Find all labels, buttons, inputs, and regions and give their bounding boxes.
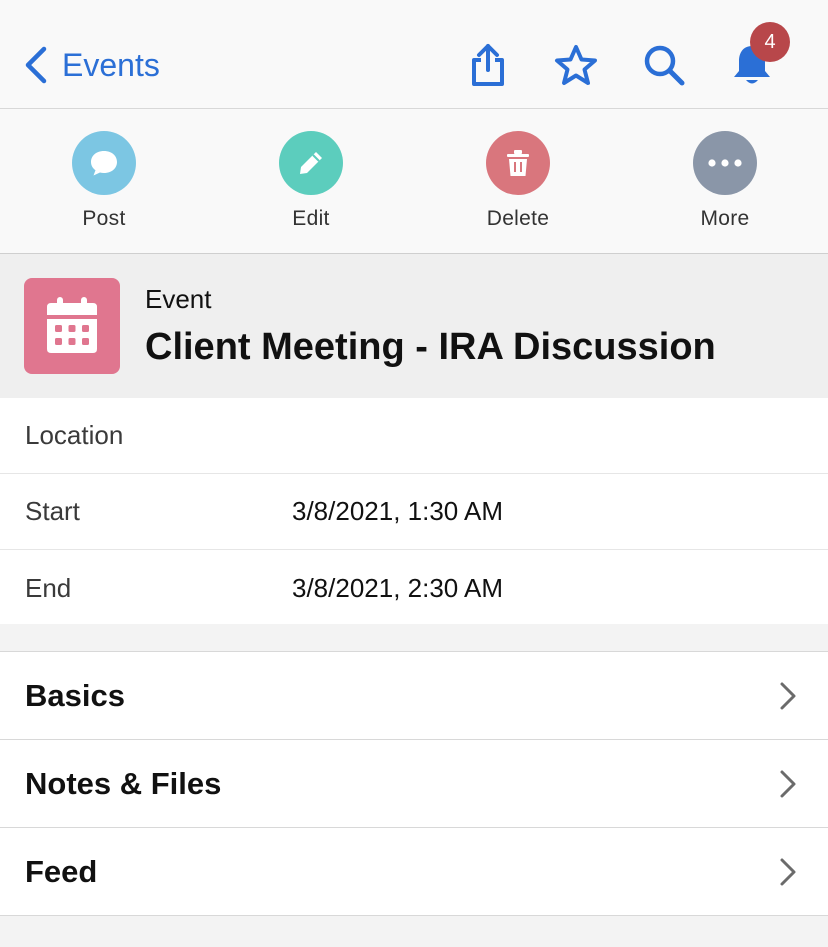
more-action-button[interactable]: More [655, 131, 795, 231]
section-notes-files[interactable]: Notes & Files [0, 740, 828, 828]
chevron-right-icon [780, 858, 796, 886]
section-title: Notes & Files [25, 765, 222, 801]
record-details: Location Start 3/8/2021, 1:30 AM End 3/8… [0, 398, 828, 624]
object-type-label: Event [145, 284, 212, 314]
post-action-button[interactable]: Post [34, 131, 174, 231]
section-basics[interactable]: Basics [0, 652, 828, 740]
notification-count-badge: 4 [750, 22, 790, 62]
star-icon [555, 45, 597, 85]
edit-action-circle [279, 131, 343, 195]
detail-row-end: End 3/8/2021, 2:30 AM [0, 550, 828, 626]
trash-icon [507, 150, 529, 176]
pencil-icon [300, 152, 322, 174]
field-value: 3/8/2021, 1:30 AM [292, 496, 504, 526]
record-title: Client Meeting - IRA Discussion [145, 326, 716, 368]
delete-action-button[interactable]: Delete [448, 131, 588, 231]
post-action-circle [72, 131, 136, 195]
chevron-right-icon [780, 770, 796, 798]
record-sections: Basics Notes & Files Feed [0, 651, 828, 916]
back-button[interactable]: Events [22, 40, 160, 90]
top-nav-bar: Events 4 [0, 0, 828, 109]
back-label: Events [62, 46, 160, 83]
calendar-icon [47, 297, 97, 353]
search-button[interactable] [639, 40, 689, 90]
field-label: End [25, 572, 72, 603]
section-title: Feed [25, 853, 98, 889]
action-bar: Post Edit Delete More [0, 109, 828, 254]
chevron-left-icon [25, 46, 47, 84]
field-value: 3/8/2021, 2:30 AM [292, 572, 504, 603]
section-feed[interactable]: Feed [0, 828, 828, 916]
detail-row-start: Start 3/8/2021, 1:30 AM [0, 474, 828, 550]
field-label: Location [25, 420, 124, 450]
search-icon [644, 45, 685, 86]
share-button[interactable] [463, 40, 513, 90]
chat-bubble-icon [91, 151, 117, 176]
edit-action-button[interactable]: Edit [241, 131, 381, 231]
ellipsis-icon [708, 159, 742, 167]
section-title: Basics [25, 677, 125, 713]
share-icon [472, 44, 504, 86]
field-label: Start [25, 496, 80, 526]
favorite-button[interactable] [551, 40, 601, 90]
chevron-right-icon [780, 682, 796, 710]
more-action-circle [693, 131, 757, 195]
detail-row-location: Location [0, 398, 828, 474]
more-action-label: More [700, 207, 750, 230]
record-header: Event Client Meeting - IRA Discussion [0, 254, 828, 398]
delete-action-circle [486, 131, 550, 195]
post-action-label: Post [82, 207, 126, 230]
delete-action-label: Delete [486, 207, 550, 230]
event-object-tile [24, 278, 120, 374]
edit-action-label: Edit [292, 207, 330, 230]
